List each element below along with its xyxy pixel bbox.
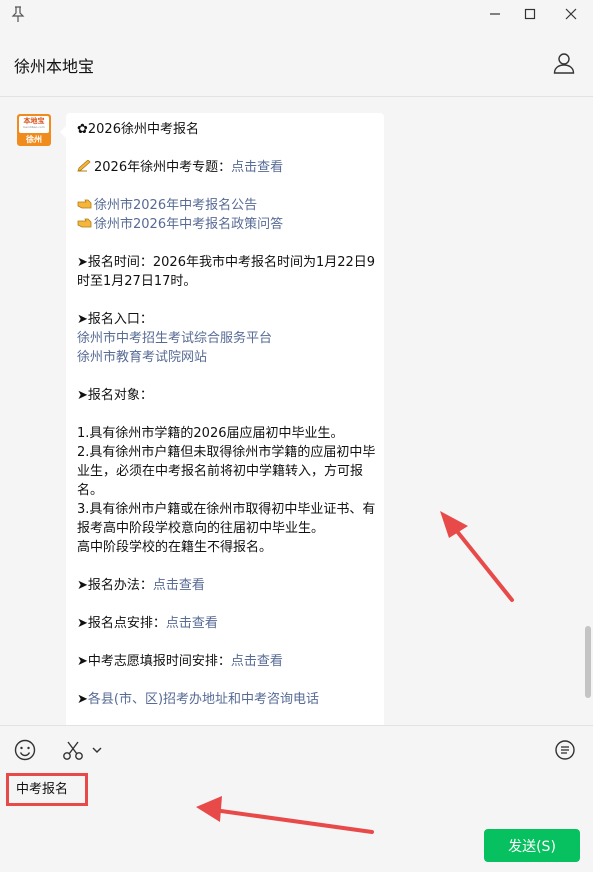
message-line: ➤报名时间：2026年我市中考报名时间为1月22日9时至1月27日17时。 <box>77 253 377 291</box>
message-line: ✿2026徐州中考报名 <box>77 120 377 139</box>
message-line <box>77 671 377 690</box>
window-titlebar <box>0 0 593 28</box>
message-line <box>77 177 377 196</box>
contact-avatar[interactable]: 本地宝 bendibao.com 徐州 <box>17 114 51 146</box>
message-line: 1.具有徐州市学籍的2026届应届初中毕业生。 <box>77 424 377 443</box>
message-line <box>77 405 377 424</box>
chat-header: 徐州本地宝 <box>0 28 593 97</box>
message-line: ➤各县(市、区)招考办地址和中考咨询电话 <box>77 690 377 709</box>
message-bubble: ✿2026徐州中考报名 2026年徐州中考专题：点击查看 徐州市2026年中考报名公… <box>60 113 384 725</box>
message-link[interactable]: 徐州市中考招生考试综合服务平台 <box>77 331 272 346</box>
message-line: 3.具有徐州市户籍或在徐州市取得初中毕业证书、有报考高中阶段学校意向的往届初中毕… <box>77 500 377 538</box>
message-link[interactable]: 点击查看 <box>166 616 218 631</box>
message-line: 徐州市2026年中考报名政策问答 <box>77 215 377 234</box>
message-line: ➤报名对象： <box>77 386 377 405</box>
message-line-text: 3.具有徐州市户籍或在徐州市取得初中毕业证书、有报考高中阶段学校意向的往届初中毕… <box>77 502 376 536</box>
message-line <box>77 633 377 652</box>
message-link[interactable]: 徐州市2026年中考报名政策问答 <box>94 217 283 232</box>
message-line: ➤报名入口： <box>77 310 377 329</box>
annotation-highlight-box <box>6 773 88 806</box>
screenshot-options-dropdown[interactable] <box>90 743 104 757</box>
close-button[interactable] <box>556 4 586 24</box>
message-line <box>77 234 377 253</box>
message-line: 徐州市教育考试院网站 <box>77 348 377 367</box>
message-line-text: ➤报名时间：2026年我市中考报名时间为1月22日9时至1月27日17时。 <box>77 255 376 289</box>
message-line <box>77 367 377 386</box>
message-line <box>77 595 377 614</box>
pin-icon[interactable] <box>10 5 26 23</box>
chat-history-icon <box>555 740 575 760</box>
message-line <box>77 291 377 310</box>
emoji-button[interactable] <box>14 739 36 761</box>
chat-title: 徐州本地宝 <box>14 57 95 76</box>
message-line-text: ➤报名入口： <box>77 312 153 327</box>
message-line: 2026年徐州中考专题：点击查看 <box>77 158 377 177</box>
chat-message-area[interactable]: 本地宝 bendibao.com 徐州 ✿2026徐州中考报名 2026年徐州中考… <box>0 97 593 725</box>
message-link[interactable]: 点击查看 <box>231 654 283 669</box>
message-line-text: 1.具有徐州市学籍的2026届应届初中毕业生。 <box>77 426 344 441</box>
message-line-text: ➤报名对象： <box>77 388 153 403</box>
message-link[interactable]: 徐州市教育考试院网站 <box>77 350 207 365</box>
message-line: 高中阶段学校的在籍生不得报名。 <box>77 538 377 557</box>
message-line <box>77 557 377 576</box>
message-line-text: ✿2026徐州中考报名 <box>77 122 199 137</box>
user-profile-icon[interactable] <box>553 52 575 74</box>
message-link[interactable]: 点击查看 <box>231 160 283 175</box>
message-line-text: ➤中考志愿填报时间安排： <box>77 654 231 669</box>
chat-history-button[interactable] <box>554 739 576 761</box>
input-toolbar <box>0 725 593 772</box>
message-line: ➤中考志愿填报时间安排：点击查看 <box>77 652 377 671</box>
chat-scrollbar[interactable] <box>585 626 591 698</box>
maximize-icon <box>524 8 536 20</box>
message-line <box>77 139 377 158</box>
message-link[interactable]: 徐州市2026年中考报名公告 <box>94 198 257 213</box>
message-text: ✿2026徐州中考报名 2026年徐州中考专题：点击查看 徐州市2026年中考报名公… <box>77 120 377 709</box>
message-line-text: 2.具有徐州市户籍但未取得徐州市学籍的应届初中毕业生，必须在中考报名前将初中学籍… <box>77 445 376 498</box>
chevron-down-icon <box>92 747 102 753</box>
emoji-icon <box>14 739 36 761</box>
maximize-button[interactable] <box>515 4 545 24</box>
screenshot-button[interactable] <box>62 739 84 761</box>
message-line-text: 2026年徐州中考专题： <box>94 160 232 175</box>
message-line-text: ➤报名点安排： <box>77 616 166 631</box>
avatar-sub: bendibao.com <box>23 125 45 129</box>
minimize-button[interactable] <box>480 4 510 24</box>
message-line-text: 高中阶段学校的在籍生不得报名。 <box>77 540 273 555</box>
send-button[interactable]: 发送(S) <box>484 829 580 862</box>
close-icon <box>565 8 577 20</box>
pointing-hand-icon <box>77 197 92 209</box>
avatar-city: 徐州 <box>26 135 42 144</box>
message-line-text: ➤报名办法： <box>77 578 153 593</box>
message-line-text: ➤ <box>77 692 88 707</box>
message-line: ➤报名办法：点击查看 <box>77 576 377 595</box>
message-line: ➤报名点安排：点击查看 <box>77 614 377 633</box>
message-link[interactable]: 各县(市、区)招考办地址和中考咨询电话 <box>88 692 319 707</box>
message-line: 徐州市中考招生考试综合服务平台 <box>77 329 377 348</box>
message-link[interactable]: 点击查看 <box>153 578 205 593</box>
scissors-icon <box>63 741 83 760</box>
message-line: 徐州市2026年中考报名公告 <box>77 196 377 215</box>
writing-hand-icon <box>77 159 92 172</box>
message-line: 2.具有徐州市户籍但未取得徐州市学籍的应届初中毕业生，必须在中考报名前将初中学籍… <box>77 443 377 500</box>
minimize-icon <box>490 13 500 15</box>
pointing-hand-icon <box>77 216 92 228</box>
